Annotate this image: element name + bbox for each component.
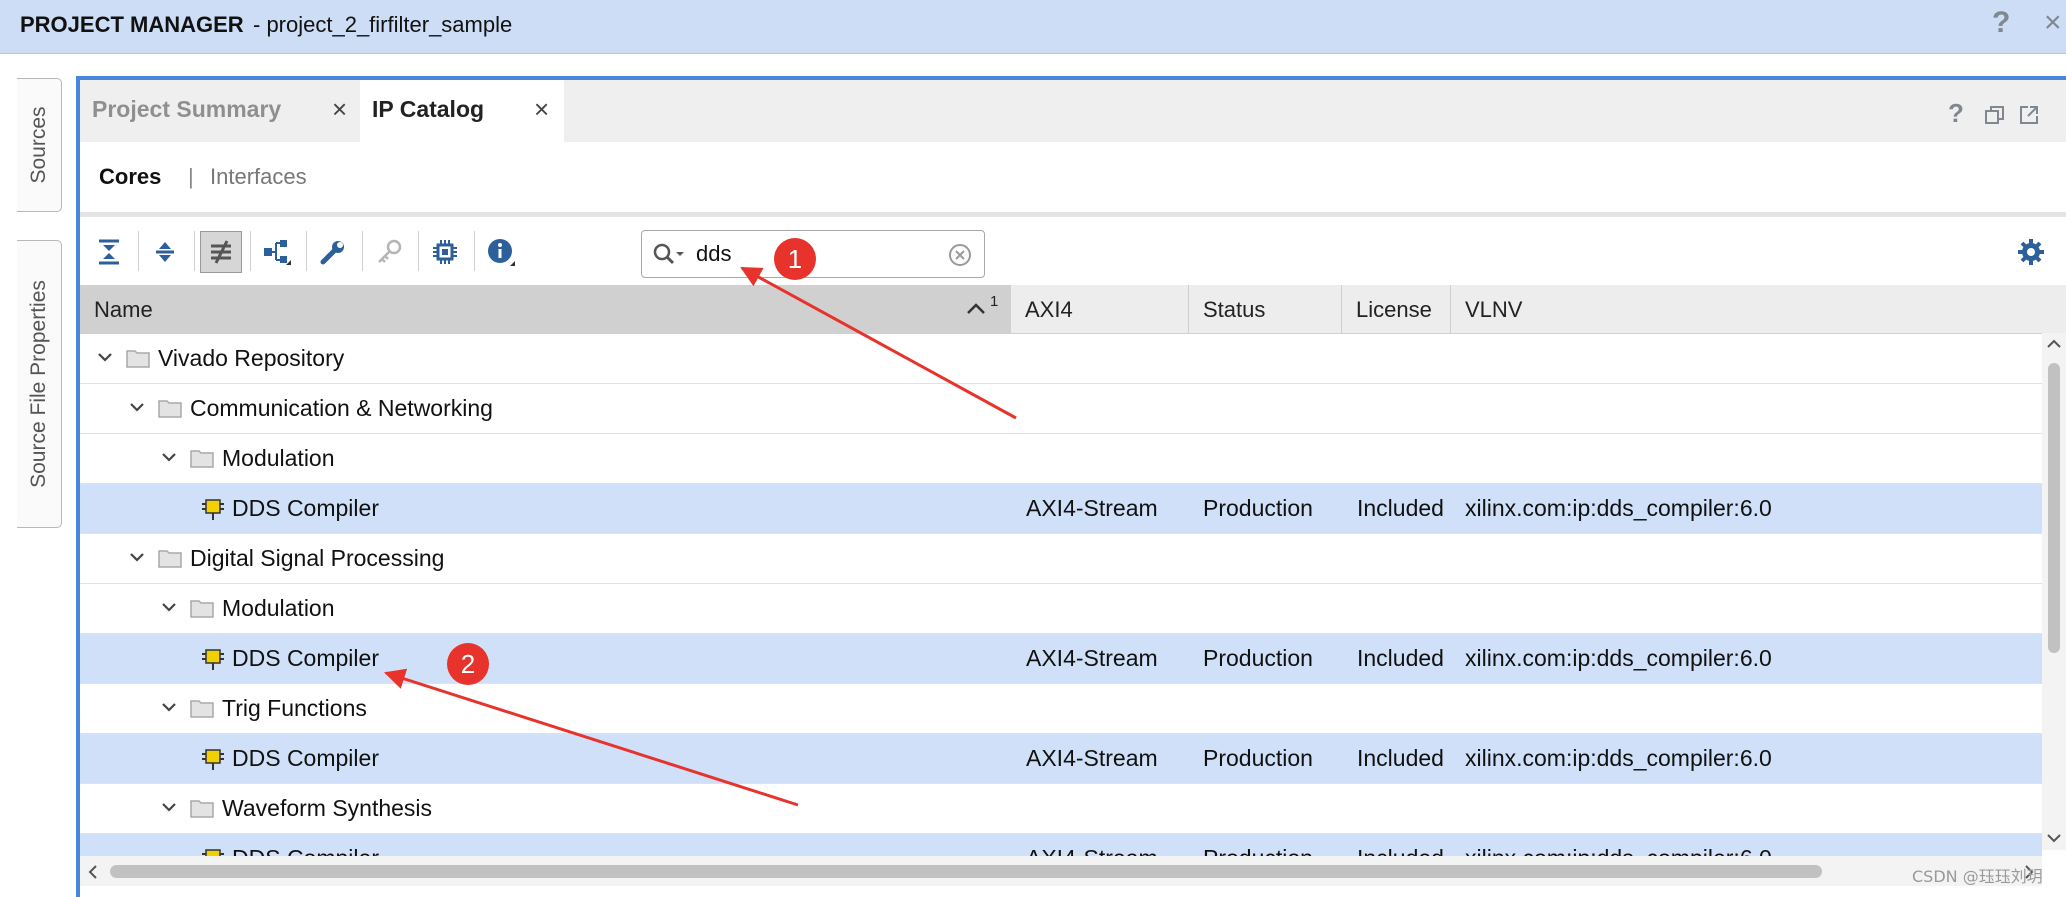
annotation-arrow-1 <box>740 266 1017 420</box>
watermark: CSDN @珏珏刘玥 <box>1912 867 2043 886</box>
annotation-layer <box>384 266 1017 807</box>
annotation-arrow-2 <box>384 668 799 807</box>
annotation-marker-2: 2 <box>447 643 489 685</box>
annotation-marker-1: 1 <box>774 238 816 280</box>
